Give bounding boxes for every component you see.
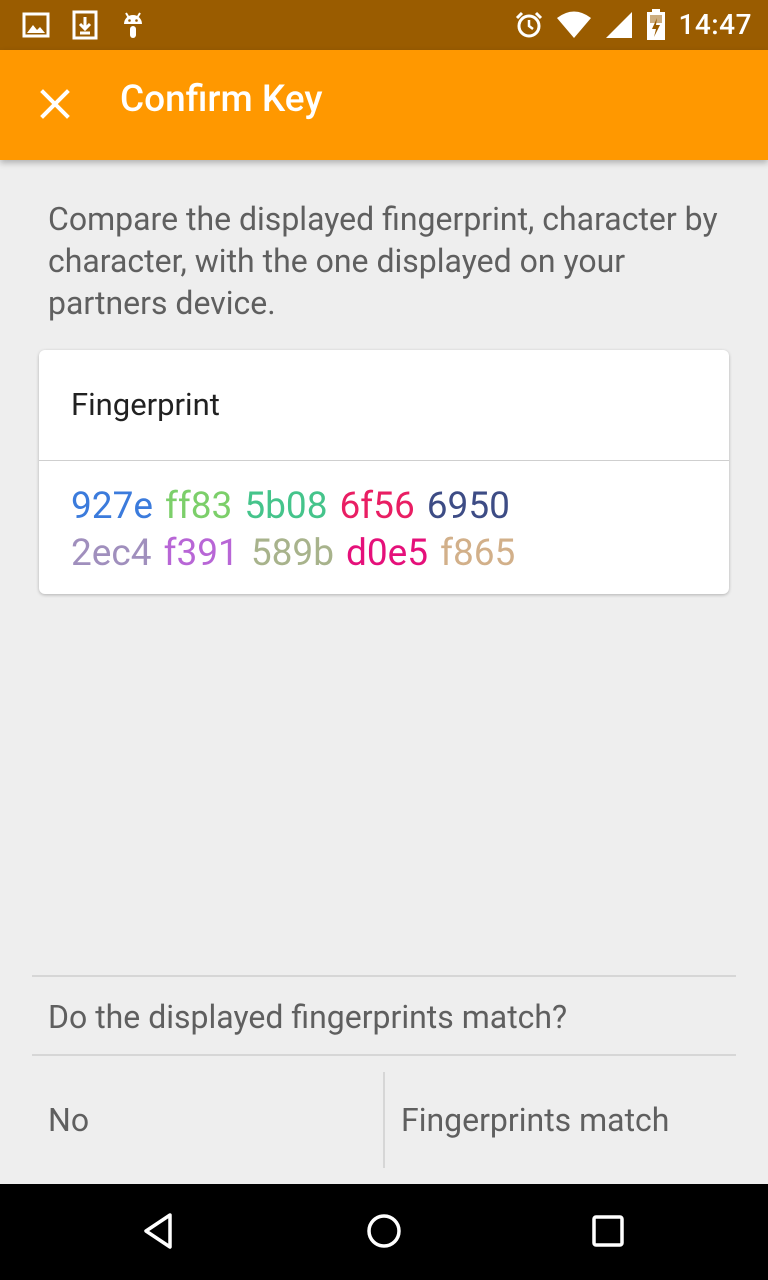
app-toolbar: Confirm Key [0,50,768,160]
card-title: Fingerprint [71,386,220,423]
divider [32,975,736,977]
fingerprint-chunk: d0e5 [346,532,429,575]
fingerprint-chunk: 589b [250,532,334,575]
fingerprint-chunk: 5b08 [244,485,328,528]
fingerprint-card: Fingerprint 927e ff83 5b08 6f56 6950 2ec4 f39… [39,350,729,594]
status-time: 14:47 [678,8,752,41]
fingerprint-chunk: 6f56 [339,485,415,528]
fingerprint-row: 2ec4 f391 589b d0e5 f865 [71,532,527,575]
home-button[interactable] [359,1208,409,1258]
fingerprint-chunk: 6950 [426,485,510,528]
divider [32,1054,736,1056]
status-bar: 14:47 [0,0,768,50]
instructions-text: Compare the displayed fingerprint, chara… [48,200,718,322]
fingerprint-chunk: f865 [440,532,516,575]
fingerprint-chunk: 2ec4 [71,532,152,575]
home-icon [364,1211,404,1255]
download-icon [72,10,98,40]
match-question: Do the displayed fingerprints match? [48,998,568,1036]
battery-charging-icon [646,8,666,41]
fingerprints-match-button[interactable]: Fingerprints match [385,1072,736,1168]
no-button[interactable]: No [32,1072,382,1168]
back-icon [139,1211,179,1255]
fingerprint-row: 927e ff83 5b08 6f56 6950 [71,485,522,528]
page-title: Confirm Key [120,78,323,121]
recents-button[interactable] [583,1208,633,1258]
fingerprint-chunk: f391 [163,532,239,575]
fingerprint-chunk: 927e [71,485,154,528]
close-button[interactable] [30,81,80,131]
alarm-icon [514,10,544,40]
back-button[interactable] [134,1208,184,1258]
wifi-icon [556,11,592,39]
android-icon [120,10,146,40]
signal-icon [604,10,634,40]
image-icon [22,12,50,38]
close-icon [40,89,70,123]
card-divider [39,460,729,461]
recents-icon [588,1211,628,1255]
fingerprint-chunk: ff83 [165,485,233,528]
navigation-bar [0,1184,768,1280]
